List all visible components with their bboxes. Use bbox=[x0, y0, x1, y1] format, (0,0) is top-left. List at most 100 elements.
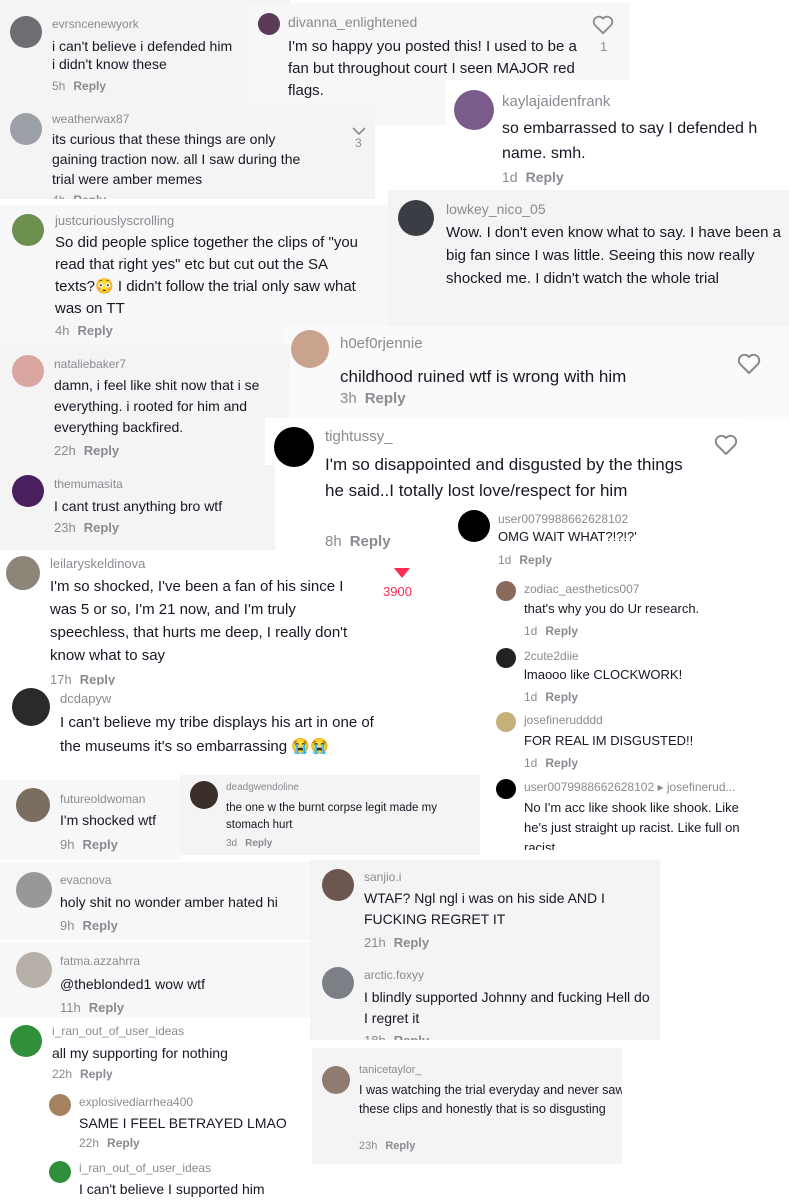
avatar[interactable] bbox=[16, 952, 52, 988]
reply-button[interactable]: Reply bbox=[107, 1136, 140, 1150]
username[interactable]: futureoldwoman bbox=[60, 792, 145, 806]
comment-text: holy shit no wonder amber hated hi bbox=[60, 894, 278, 910]
username[interactable]: user0079988662628102 bbox=[498, 512, 628, 526]
avatar[interactable] bbox=[49, 1161, 71, 1183]
username[interactable]: tightussy_ bbox=[325, 428, 393, 445]
comment-card: explosivediarrhea400 SAME I FEEL BETRAYE… bbox=[40, 1087, 310, 1157]
reply-button[interactable]: Reply bbox=[394, 1033, 429, 1040]
username[interactable]: leilaryskeldinova bbox=[50, 556, 145, 571]
reply-button[interactable]: Reply bbox=[77, 323, 112, 338]
comment-card: fatma.azzahrra @theblonded1 wow wtf 11h R… bbox=[0, 942, 310, 1017]
avatar[interactable] bbox=[16, 872, 52, 908]
username[interactable]: user0079988662628102 ▸ josefinerud... bbox=[524, 780, 786, 794]
comment-meta: 21h Reply bbox=[364, 935, 430, 950]
comment-meta: 11h Reply bbox=[60, 1000, 125, 1015]
username[interactable]: zodiac_aesthetics007 bbox=[524, 582, 639, 596]
avatar[interactable] bbox=[6, 556, 40, 590]
reply-button[interactable]: Reply bbox=[519, 553, 552, 567]
reply-button[interactable]: Reply bbox=[84, 443, 119, 458]
liked-heart-icon[interactable] bbox=[393, 566, 411, 584]
username[interactable]: lowkey_nico_05 bbox=[446, 201, 546, 217]
reply-button[interactable]: Reply bbox=[89, 1000, 124, 1015]
comment-card: kaylajaidenfrank so embarrassed to say I… bbox=[446, 80, 789, 195]
reply-button[interactable]: Reply bbox=[365, 390, 406, 407]
avatar[interactable] bbox=[322, 967, 354, 999]
avatar[interactable] bbox=[398, 200, 434, 236]
avatar[interactable] bbox=[12, 475, 44, 507]
username[interactable]: evacnova bbox=[60, 873, 111, 887]
comment-card: josefinerudddd FOR REAL IM DISGUSTED!! 1… bbox=[490, 709, 789, 775]
avatar[interactable] bbox=[16, 788, 50, 822]
heart-icon[interactable] bbox=[592, 15, 614, 40]
username[interactable]: josefinerudddd bbox=[524, 713, 603, 727]
username[interactable]: fatma.azzahrra bbox=[60, 954, 140, 968]
username[interactable]: i_ran_out_of_user_ideas bbox=[79, 1161, 211, 1175]
avatar[interactable] bbox=[10, 113, 42, 145]
comment-meta: 1d Reply bbox=[498, 553, 553, 567]
reply-button[interactable]: Reply bbox=[545, 690, 578, 704]
comment-text: I can't believe I supported him bbox=[79, 1181, 265, 1197]
username[interactable]: i_ran_out_of_user_ideas bbox=[52, 1024, 184, 1038]
username[interactable]: deadgwendoline bbox=[226, 782, 299, 793]
like-count: 1 bbox=[600, 39, 608, 54]
comment-text: Wow. I don't even know what to say. I ha… bbox=[446, 224, 782, 287]
comment-text: all my supporting for nothing bbox=[52, 1045, 228, 1061]
reply-button[interactable]: Reply bbox=[82, 837, 117, 852]
username[interactable]: divanna_enlightened bbox=[288, 14, 417, 30]
avatar[interactable] bbox=[12, 214, 44, 246]
reply-button[interactable]: Reply bbox=[80, 1067, 113, 1081]
heart-icon[interactable] bbox=[737, 353, 761, 380]
avatar[interactable] bbox=[49, 1094, 71, 1116]
avatar[interactable] bbox=[454, 90, 494, 130]
avatar[interactable] bbox=[10, 1025, 42, 1057]
avatar[interactable] bbox=[274, 427, 314, 467]
reply-button[interactable]: Reply bbox=[526, 169, 564, 185]
username[interactable]: sanjio.i bbox=[364, 870, 401, 884]
comment-meta: 4hReply bbox=[52, 193, 106, 199]
reply-button[interactable]: Reply bbox=[82, 918, 117, 933]
username[interactable]: arctic.foxyy bbox=[364, 968, 424, 982]
avatar[interactable] bbox=[322, 1066, 350, 1094]
avatar[interactable] bbox=[458, 510, 490, 542]
reply-button[interactable]: Reply bbox=[73, 79, 106, 93]
avatar[interactable] bbox=[258, 13, 280, 35]
username[interactable]: justcuriouslyscrolling bbox=[55, 213, 174, 228]
avatar[interactable] bbox=[496, 712, 516, 732]
reply-button[interactable]: Reply bbox=[385, 1140, 415, 1152]
comment-card: arctic.foxyy I blindly supported Johnny … bbox=[310, 958, 660, 1040]
avatar[interactable] bbox=[12, 688, 50, 726]
reply-button[interactable]: Reply bbox=[84, 520, 119, 535]
heart-icon[interactable] bbox=[714, 434, 738, 461]
username[interactable]: themumasita bbox=[54, 477, 123, 491]
username[interactable]: 2cute2diie bbox=[524, 649, 579, 663]
reply-button[interactable]: Reply bbox=[73, 193, 106, 199]
comment-text: I was watching the trial everyday and ne… bbox=[359, 1083, 622, 1116]
avatar[interactable] bbox=[496, 581, 516, 601]
comment-card: zodiac_aesthetics007 that's why you do U… bbox=[490, 575, 789, 643]
username[interactable]: tanicetaylor_ bbox=[359, 1064, 421, 1076]
avatar[interactable] bbox=[496, 779, 516, 799]
like-count: 3900 bbox=[383, 584, 412, 599]
comment-card: user0079988662628102 ▸ josefinerud... No… bbox=[490, 775, 789, 850]
username[interactable]: explosivediarrhea400 bbox=[79, 1095, 193, 1109]
username[interactable]: weatherwax87 bbox=[52, 112, 129, 126]
avatar[interactable] bbox=[291, 330, 329, 368]
avatar[interactable] bbox=[322, 869, 354, 901]
reply-button[interactable]: Reply bbox=[545, 624, 578, 638]
reply-button[interactable]: Reply bbox=[350, 533, 391, 550]
username[interactable]: kaylajaidenfrank bbox=[502, 93, 610, 110]
avatar[interactable] bbox=[10, 16, 42, 48]
comment-text: @theblonded1 wow wtf bbox=[60, 976, 205, 992]
reply-button[interactable]: Reply bbox=[545, 756, 578, 770]
comment-text: I can't believe my tribe displays his ar… bbox=[60, 714, 374, 755]
avatar[interactable] bbox=[496, 648, 516, 668]
reply-button[interactable]: Reply bbox=[245, 838, 272, 849]
username[interactable]: nataliebaker7 bbox=[54, 357, 126, 371]
comment-card: leilaryskeldinova I'm so shocked, I've b… bbox=[0, 550, 430, 690]
username[interactable]: h0ef0rjennie bbox=[340, 335, 423, 352]
avatar[interactable] bbox=[190, 781, 218, 809]
reply-button[interactable]: Reply bbox=[394, 935, 429, 950]
username[interactable]: evrsncenewyork bbox=[52, 17, 139, 31]
avatar[interactable] bbox=[12, 355, 44, 387]
username[interactable]: dcdapyw bbox=[60, 691, 111, 706]
